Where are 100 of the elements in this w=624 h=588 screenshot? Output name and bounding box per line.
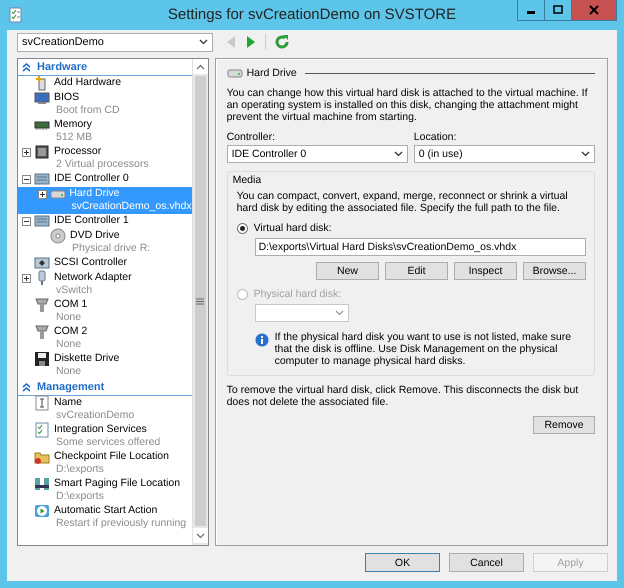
refresh-icon[interactable] bbox=[274, 34, 290, 50]
button[interactable]: Inspect bbox=[454, 262, 517, 280]
checklist-icon bbox=[34, 422, 50, 438]
item-label: Integration Services bbox=[54, 423, 148, 436]
tree-item[interactable]: Memory 512 MB bbox=[18, 118, 192, 145]
item-detail: 2 Virtual processors bbox=[55, 158, 149, 171]
tree-item[interactable]: IDE Controller 0 bbox=[18, 172, 192, 187]
tree-item[interactable]: Network Adapter vSwitch bbox=[18, 271, 192, 298]
item-label: Memory bbox=[54, 118, 92, 131]
scroll-up-icon[interactable] bbox=[196, 64, 205, 70]
play-icon bbox=[34, 503, 50, 519]
tree-item[interactable]: Integration Services Some services offered bbox=[18, 423, 192, 450]
item-detail: None bbox=[55, 338, 82, 351]
item-detail: Restart if previously running bbox=[55, 517, 186, 530]
tree-item[interactable]: DVD Drive Physical drive R: bbox=[18, 229, 192, 256]
item-label: Add Hardware bbox=[54, 76, 122, 89]
radio-option[interactable]: Virtual hard disk: bbox=[236, 222, 586, 234]
tree-item[interactable]: Name svCreationDemo bbox=[18, 396, 192, 423]
item-label: Network Adapter bbox=[54, 271, 132, 284]
tree-item[interactable]: BIOS Boot from CD bbox=[18, 91, 192, 118]
server-icon bbox=[34, 476, 50, 492]
info-text: If the physical hard disk you want to use is not listed, make sure that the disk is offline. Use Disk Management on the physical computer to manage physical hard disks. bbox=[274, 331, 572, 367]
settings-list-icon bbox=[8, 7, 24, 23]
info-icon bbox=[254, 333, 269, 347]
button[interactable]: Cancel bbox=[449, 553, 524, 572]
chevron-down-icon bbox=[394, 151, 403, 157]
remove-button[interactable]: Remove bbox=[533, 416, 595, 434]
collapse-chevron-icon[interactable] bbox=[22, 382, 31, 392]
tree-item[interactable]: COM 2 None bbox=[18, 325, 192, 352]
close-button[interactable] bbox=[571, 0, 617, 21]
section-title: Management bbox=[37, 381, 104, 393]
scroll-thumb[interactable] bbox=[194, 76, 206, 526]
item-label: Hard Drive bbox=[69, 187, 121, 200]
item-label: Automatic Start Action bbox=[54, 504, 158, 517]
item-label: COM 2 bbox=[54, 325, 88, 338]
item-detail: None bbox=[55, 365, 82, 378]
dropdown[interactable]: 0 (in use) bbox=[414, 145, 596, 163]
group-title: Media bbox=[232, 174, 262, 186]
minimize-button[interactable] bbox=[517, 0, 545, 21]
button[interactable]: New bbox=[316, 262, 379, 280]
tree-item[interactable]: Diskette Drive None bbox=[18, 352, 192, 379]
chevron-down-icon bbox=[581, 151, 590, 157]
item-detail: svCreationDemo_os.vhdx bbox=[70, 200, 192, 213]
tree-item[interactable]: SCSI Controller bbox=[18, 256, 192, 271]
tree-item[interactable]: COM 1 None bbox=[18, 298, 192, 325]
item-label: Smart Paging File Location bbox=[54, 477, 180, 490]
scrollbar[interactable] bbox=[192, 59, 208, 545]
item-label: Checkpoint File Location bbox=[54, 450, 169, 463]
collapse-icon[interactable] bbox=[22, 174, 31, 184]
item-label: Name bbox=[54, 396, 84, 409]
tree-item[interactable]: Processor 2 Virtual processors bbox=[18, 145, 192, 172]
controller-icon bbox=[34, 255, 50, 271]
collapse-chevron-icon[interactable] bbox=[22, 62, 31, 72]
item-detail: D:\exports bbox=[55, 490, 105, 503]
tree-item[interactable]: Automatic Start Action Restart if previously running bbox=[18, 504, 192, 531]
tree-item[interactable]: Add Hardware bbox=[18, 76, 192, 91]
item-detail: D:\exports bbox=[55, 463, 105, 476]
forward-arrow-icon[interactable] bbox=[245, 35, 257, 49]
window-title: Settings for svCreationDemo on SVSTORE bbox=[166, 6, 458, 23]
description-text: You can change how this virtual hard disk is attached to the virtual machine. If an operating system is installed on this disk, changing the attachment might prevent the virtual machine from starting. bbox=[226, 87, 588, 123]
port-icon bbox=[34, 324, 50, 340]
button[interactable]: Browse... bbox=[523, 262, 586, 280]
chevron-down-icon bbox=[199, 39, 208, 45]
controller-icon bbox=[34, 171, 50, 187]
item-label: Diskette Drive bbox=[54, 352, 120, 365]
description-text: You can compact, convert, expand, merge, reconnect or shrink a virtual hard disk by editing the associated file. Specify the full path to the file. bbox=[236, 190, 569, 214]
section-header[interactable]: Hardware bbox=[18, 59, 192, 76]
controller-icon bbox=[34, 213, 50, 229]
path-field[interactable]: D:\exports\Virtual Hard Disks\svCreationDemo_os.vhdx bbox=[254, 238, 586, 256]
vm-dropdown[interactable]: svCreationDemo bbox=[17, 32, 213, 52]
expand-icon[interactable] bbox=[22, 148, 31, 156]
tree-item[interactable]: Checkpoint File Location D:\exports bbox=[18, 450, 192, 477]
button[interactable]: Edit bbox=[385, 262, 448, 280]
tree-item[interactable]: Smart Paging File Location D:\exports bbox=[18, 477, 192, 504]
hard-drive-icon bbox=[226, 68, 243, 78]
field-label: Location: bbox=[414, 131, 458, 143]
expand-icon[interactable] bbox=[38, 190, 47, 198]
button[interactable]: OK bbox=[365, 553, 440, 572]
text-cursor-icon bbox=[34, 395, 50, 411]
item-label: IDE Controller 0 bbox=[54, 172, 129, 185]
description-text: To remove the virtual hard disk, click Remove. This disconnects the disk but does not delete the associated file. bbox=[226, 384, 580, 408]
item-detail: None bbox=[55, 311, 82, 324]
scroll-down-icon[interactable] bbox=[196, 532, 205, 538]
item-detail: Physical drive R: bbox=[71, 242, 150, 255]
item-label: COM 1 bbox=[54, 298, 88, 311]
field-label: Controller: bbox=[226, 131, 276, 143]
item-detail: Some services offered bbox=[55, 436, 160, 449]
item-label: Processor bbox=[54, 145, 102, 158]
dropdown[interactable]: IDE Controller 0 bbox=[226, 145, 408, 163]
section-title: Hard Drive bbox=[246, 67, 297, 79]
maximize-icon bbox=[553, 5, 563, 15]
tree-item[interactable]: IDE Controller 1 bbox=[18, 214, 192, 229]
expand-icon[interactable] bbox=[22, 274, 31, 282]
item-detail: Boot from CD bbox=[55, 104, 120, 117]
collapse-icon[interactable] bbox=[22, 216, 31, 226]
item-detail: svCreationDemo bbox=[55, 409, 134, 422]
item-detail: 512 MB bbox=[55, 131, 92, 144]
item-label: IDE Controller 1 bbox=[54, 214, 129, 227]
port-icon bbox=[34, 297, 50, 313]
close-icon bbox=[589, 5, 599, 15]
